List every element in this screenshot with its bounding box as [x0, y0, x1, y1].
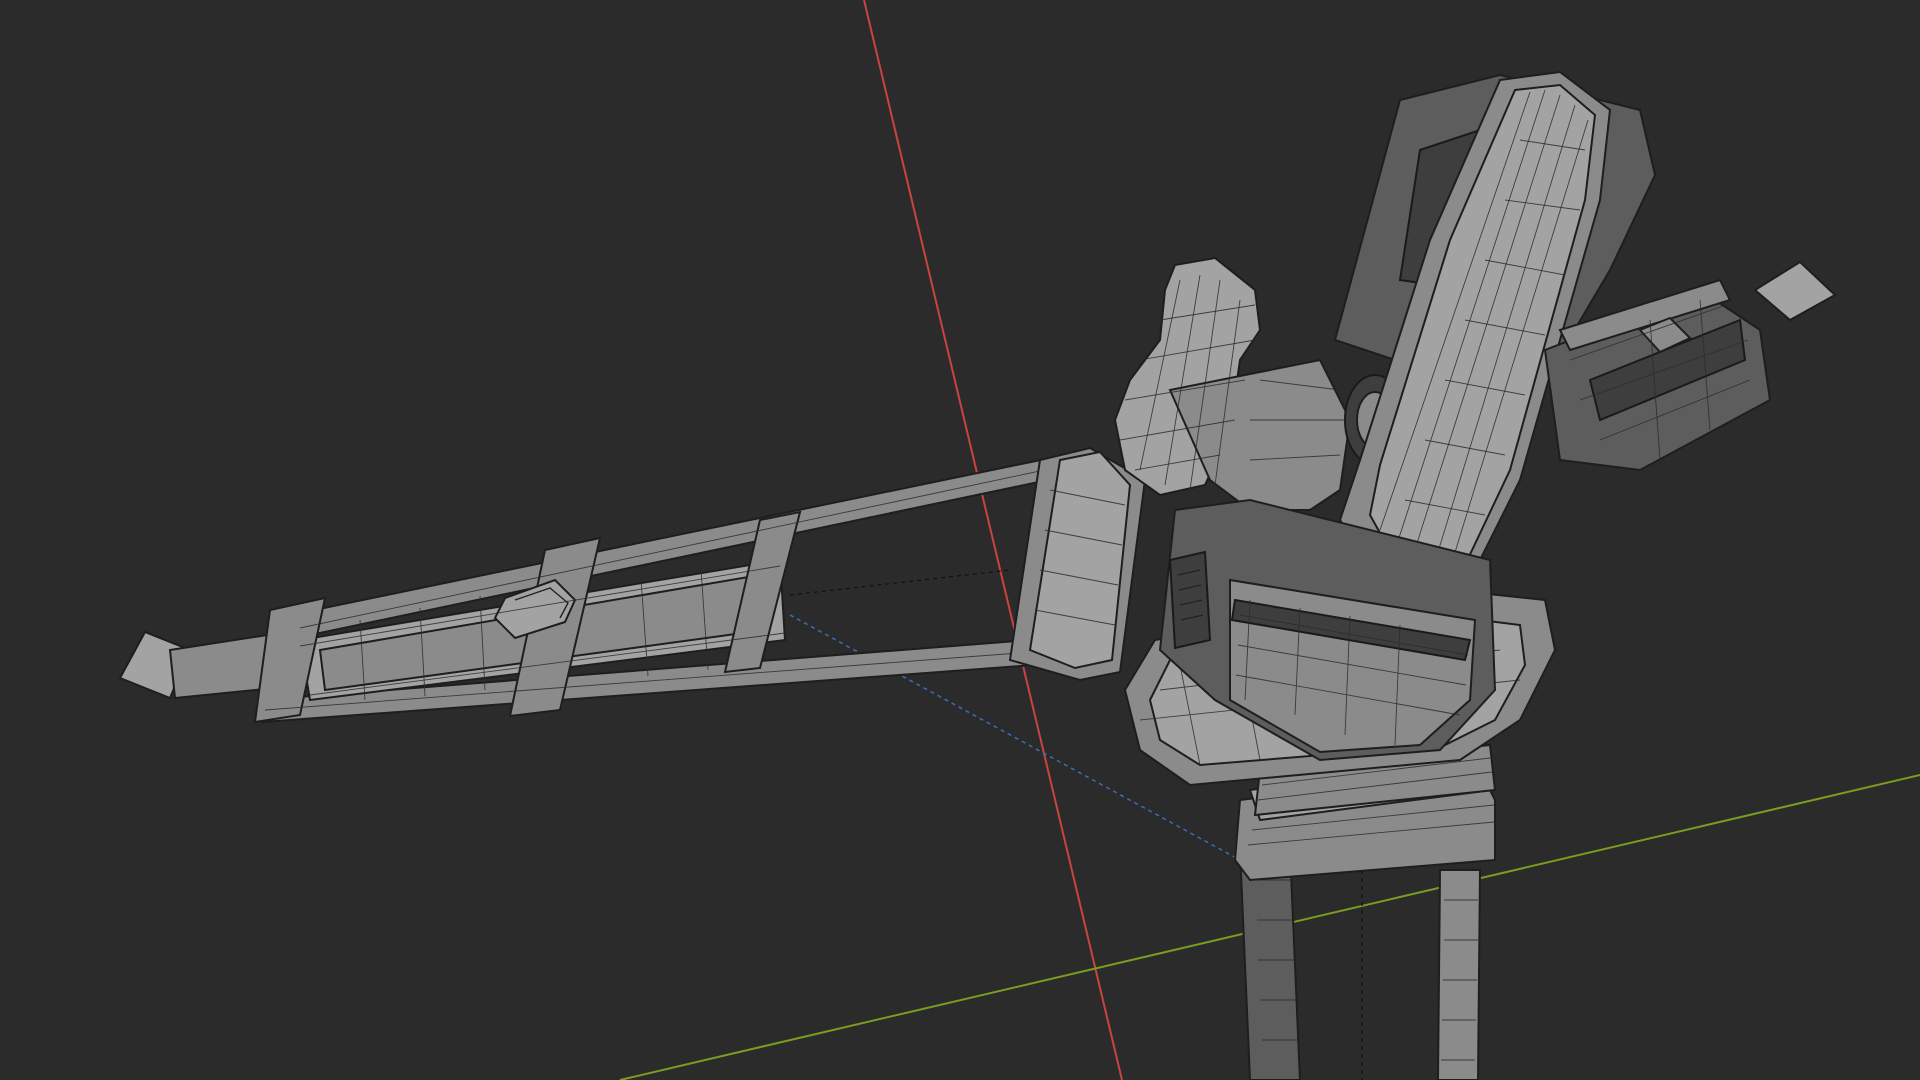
- object-origin-dashed-line: [789, 569, 1011, 596]
- 3d-viewport[interactable]: [0, 0, 1920, 1080]
- mast-legs[interactable]: [1238, 849, 1482, 1080]
- telescopic-arm[interactable]: [118, 446, 1147, 724]
- robotic-arm-model-icon[interactable]: [118, 70, 1837, 1080]
- vent-grille: [1168, 550, 1212, 650]
- viewport-canvas[interactable]: [0, 0, 1920, 1080]
